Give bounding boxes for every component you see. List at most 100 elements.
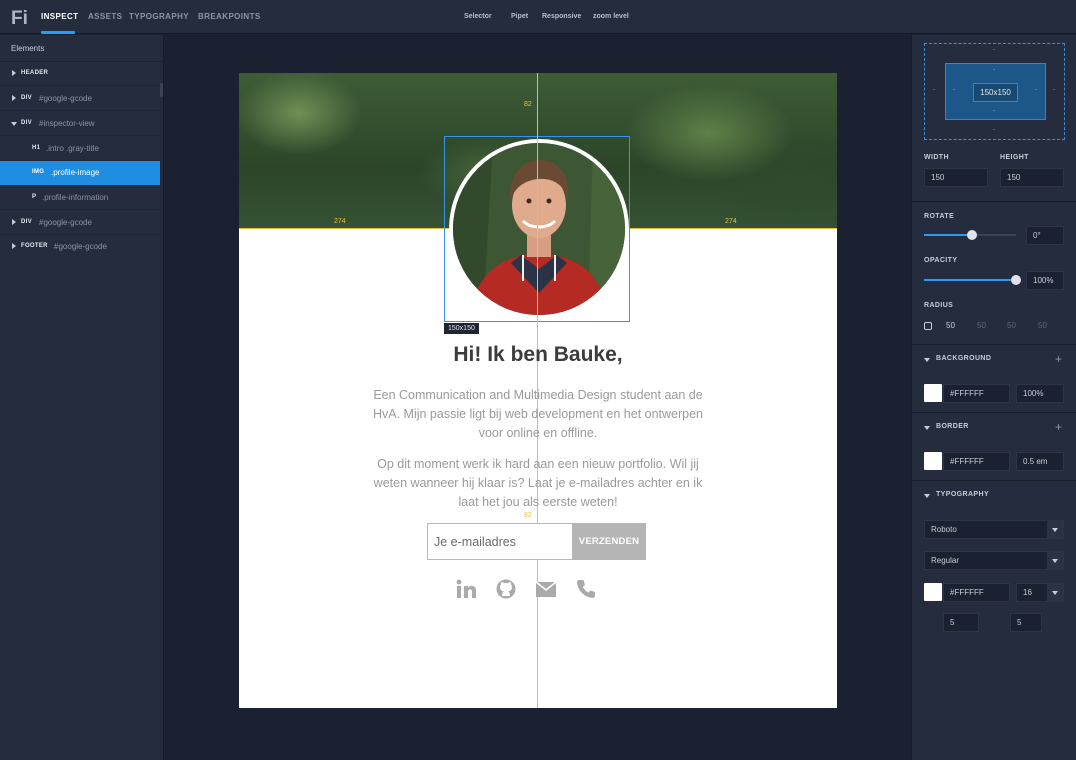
add-background-icon[interactable]: + — [1055, 353, 1062, 365]
tree-node-div-inspector-view[interactable]: DIV #inspector-view — [0, 112, 160, 136]
tree-node-selector: .intro .gray-title — [46, 144, 99, 153]
padding-right-value[interactable]: - — [1035, 87, 1037, 93]
border-width-field[interactable]: 0.5 em — [1016, 452, 1064, 471]
measure-top: 82 — [524, 101, 532, 108]
page-headline: Hi! Ik ben Bauke, — [453, 343, 623, 366]
selection-size-label: 150x150 — [444, 323, 479, 334]
font-color-field[interactable]: #FFFFFF — [943, 583, 1010, 602]
tree-node-tag: H1 — [32, 145, 41, 151]
preview-page: 150x150 82 274 274 82 Hi! Ik ben Bauke, … — [239, 73, 837, 708]
github-icon[interactable] — [495, 578, 517, 600]
opacity-slider-fill — [924, 279, 1016, 281]
radius-top-left[interactable]: 50 — [946, 321, 955, 330]
rotate-slider-handle[interactable] — [967, 230, 977, 240]
font-color-swatch[interactable] — [924, 583, 942, 601]
measure-left: 274 — [334, 218, 346, 225]
background-opacity-field[interactable]: 100% — [1016, 384, 1064, 403]
tool-selector[interactable]: Selector — [464, 13, 492, 20]
rotate-label: ROTATE — [924, 213, 955, 220]
background-color-field[interactable]: #FFFFFF — [943, 384, 1010, 403]
opacity-label: OPACITY — [924, 257, 958, 264]
expand-arrow-icon[interactable] — [12, 219, 16, 225]
divider — [912, 344, 1076, 345]
margin-left-value[interactable]: - — [933, 87, 935, 93]
border-section-label[interactable]: BORDER — [936, 423, 969, 430]
radius-top-right[interactable]: 50 — [977, 321, 986, 330]
tab-inspect[interactable]: INSPECT — [41, 12, 78, 21]
radius-bottom-left[interactable]: 50 — [1038, 321, 1047, 330]
box-model-content[interactable]: 150x150 — [973, 83, 1018, 102]
margin-bottom-value[interactable]: - — [993, 127, 995, 133]
typography-section-label[interactable]: TYPOGRAPHY — [936, 491, 989, 498]
expand-arrow-icon[interactable] — [12, 95, 16, 101]
tree-node-tag: DIV — [21, 120, 32, 126]
expand-arrow-icon[interactable] — [12, 70, 16, 76]
radius-bottom-right[interactable]: 50 — [1007, 321, 1016, 330]
box-model-margin[interactable]: - - - - - - - - 150x150 — [924, 43, 1065, 140]
expand-arrow-icon[interactable] — [12, 243, 16, 249]
collapse-arrow-icon[interactable] — [924, 426, 930, 430]
linkedin-icon[interactable] — [455, 578, 477, 600]
add-border-icon[interactable]: + — [1055, 421, 1062, 433]
tree-node-p[interactable]: P .profile-information — [0, 186, 160, 210]
tab-assets[interactable]: ASSETS — [88, 12, 122, 21]
divider — [912, 201, 1076, 202]
profile-image-border — [449, 139, 629, 319]
opacity-field[interactable]: 100% — [1026, 271, 1064, 290]
submit-button[interactable]: VERZENDEN — [572, 523, 646, 560]
email-input[interactable]: Je e-mailadres — [427, 523, 573, 560]
rotate-field[interactable]: 0° — [1026, 226, 1064, 245]
tree-node-img-profile-image[interactable]: IMG .profile-image — [0, 161, 160, 185]
profile-image[interactable] — [453, 143, 625, 315]
tree-node-tag: HEADER — [21, 70, 49, 76]
mail-icon[interactable] — [535, 578, 557, 600]
radius-label: RADIUS — [924, 302, 954, 309]
height-field[interactable]: 150 — [1000, 168, 1064, 187]
tree-node-header[interactable]: HEADER — [0, 62, 160, 86]
elements-scrollbar[interactable] — [160, 83, 163, 97]
padding-top-value[interactable]: - — [993, 67, 995, 73]
border-color-swatch[interactable] — [924, 452, 942, 470]
width-field[interactable]: 150 — [924, 168, 988, 187]
elements-panel: Elements HEADER DIV #google-gcode DIV #i… — [0, 35, 164, 760]
padding-left-value[interactable]: - — [953, 87, 955, 93]
app-logo-icon[interactable]: Fi — [11, 6, 31, 28]
collapse-arrow-icon[interactable] — [924, 358, 930, 362]
collapse-arrow-icon[interactable] — [924, 494, 930, 498]
padding-bottom-value[interactable]: - — [993, 108, 995, 114]
box-model-padding[interactable]: - - - - 150x150 — [945, 63, 1046, 120]
margin-right-value[interactable]: - — [1053, 87, 1055, 93]
tool-responsive[interactable]: Responsive — [542, 13, 581, 20]
radius-corners-icon[interactable] — [924, 322, 932, 330]
tree-node-h1[interactable]: H1 .intro .gray-title — [0, 137, 160, 161]
chevron-down-icon[interactable] — [1047, 520, 1063, 539]
tree-node-tag: IMG — [32, 169, 45, 175]
tab-breakpoints[interactable]: BREAKPOINTS — [198, 12, 261, 21]
rotate-slider-fill — [924, 234, 972, 236]
tree-node-footer[interactable]: FOOTER #google-gcode — [0, 235, 160, 259]
background-section-label[interactable]: BACKGROUND — [936, 355, 991, 362]
opacity-slider-handle[interactable] — [1011, 275, 1021, 285]
height-label: HEIGHT — [1000, 154, 1029, 161]
tool-zoom-level[interactable]: zoom level — [593, 13, 629, 20]
font-family-select[interactable]: Roboto — [924, 520, 1064, 539]
tree-node-div-google-gcode[interactable]: DIV #google-gcode — [0, 87, 160, 111]
elements-panel-title: Elements — [11, 44, 45, 53]
tree-node-selector: .profile-image — [51, 168, 100, 177]
tab-typography[interactable]: TYPOGRAPHY — [129, 12, 189, 21]
letter-spacing-field[interactable]: 5 — [943, 613, 979, 632]
background-color-swatch[interactable] — [924, 384, 942, 402]
line-height-field[interactable]: 5 — [1010, 613, 1042, 632]
tree-node-selector: #google-gcode — [39, 94, 92, 103]
profile-portrait-icon — [453, 143, 625, 315]
chevron-down-icon[interactable] — [1047, 583, 1063, 602]
chevron-down-icon[interactable] — [1047, 551, 1063, 570]
font-weight-select[interactable]: Regular — [924, 551, 1064, 570]
collapse-arrow-icon[interactable] — [11, 122, 17, 126]
tree-node-tag: FOOTER — [21, 243, 48, 249]
phone-icon[interactable] — [575, 578, 597, 600]
border-color-field[interactable]: #FFFFFF — [943, 452, 1010, 471]
tool-pipet[interactable]: Pipet — [511, 13, 528, 20]
tree-node-div-google-gcode-2[interactable]: DIV #google-gcode — [0, 211, 160, 235]
margin-top-value[interactable]: - — [993, 47, 995, 53]
